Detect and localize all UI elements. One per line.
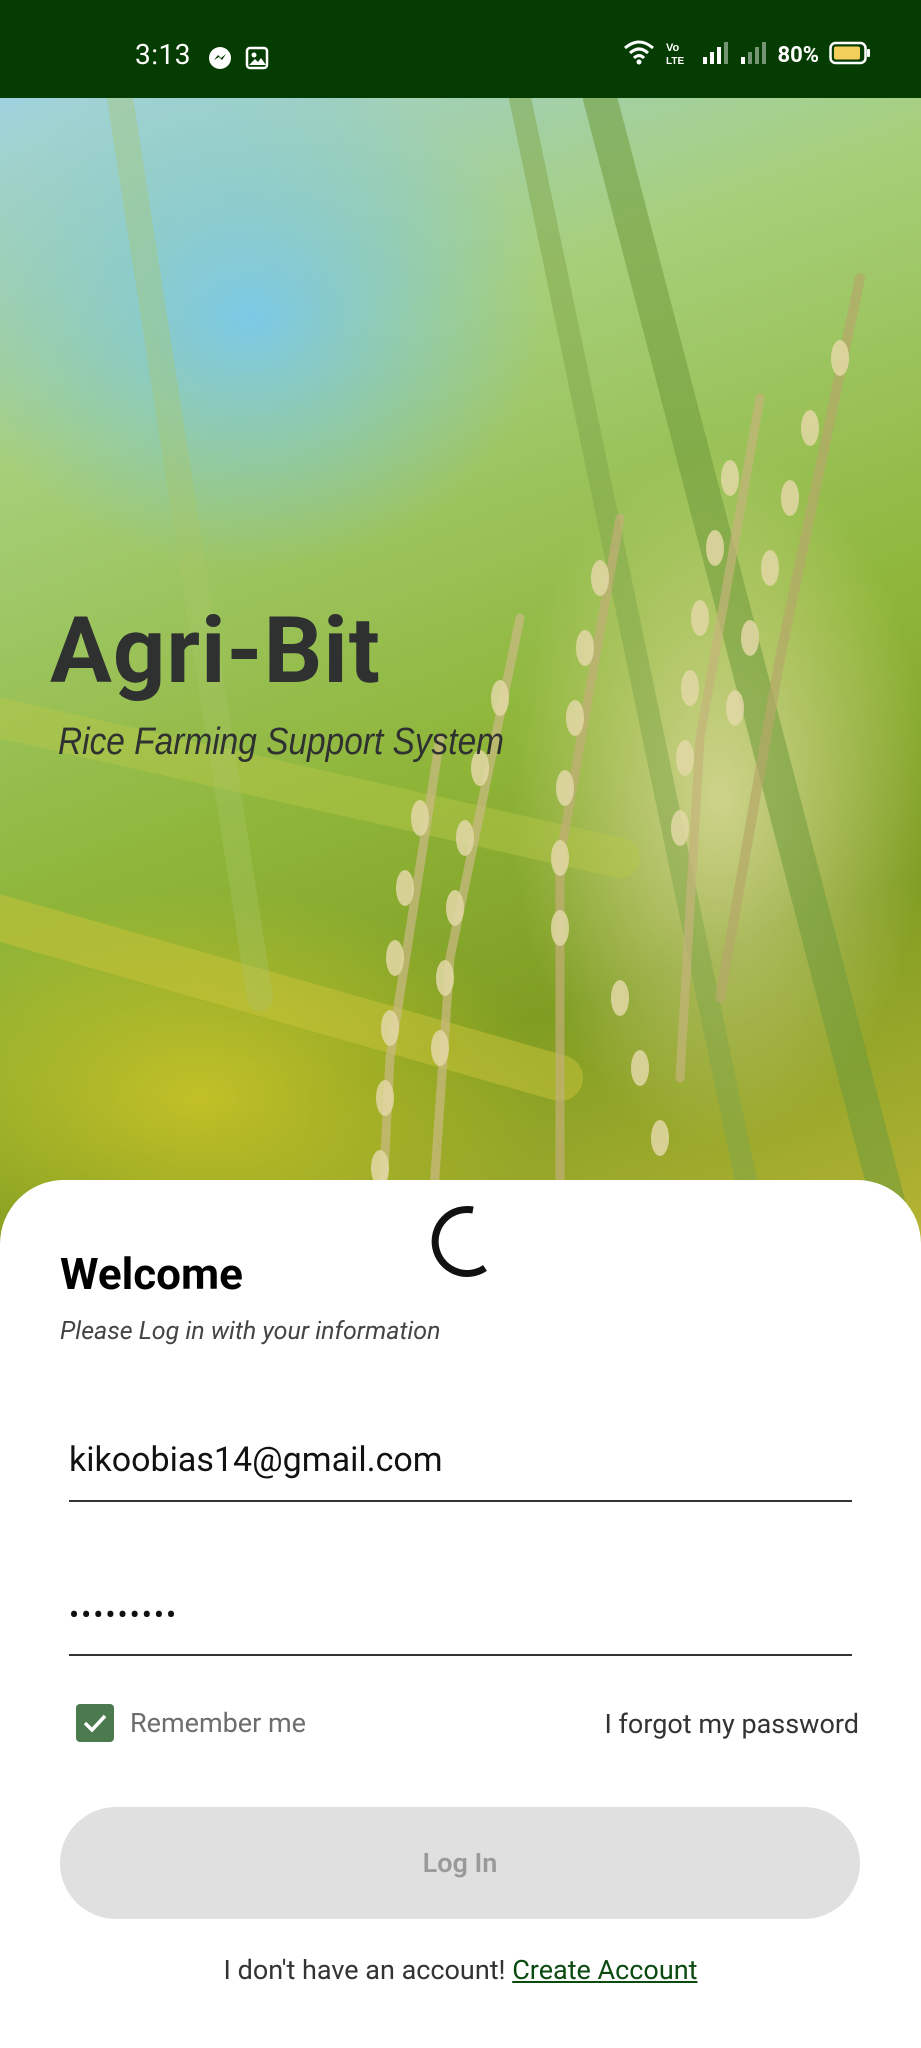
email-field-container [69, 1440, 852, 1502]
check-icon [83, 1714, 107, 1733]
password-field[interactable] [69, 1598, 852, 1633]
login-button[interactable]: Log In [60, 1807, 860, 1919]
remember-me[interactable]: Remember me [76, 1704, 306, 1742]
wifi-icon [623, 40, 655, 70]
password-field-container [69, 1598, 852, 1656]
no-account-text: I don't have an account! [223, 1954, 513, 1986]
volte-icon: Vo LTE [665, 40, 691, 70]
app-title: Agri-Bit [50, 598, 381, 705]
app-subtitle: Rice Farming Support System [58, 721, 505, 763]
svg-text:Vo: Vo [666, 42, 680, 54]
status-time: 3:13 [135, 38, 191, 71]
hero-image: Agri-Bit Rice Farming Support System [0, 98, 921, 1248]
remember-me-label: Remember me [130, 1707, 306, 1739]
create-account-link[interactable]: Create Account [512, 1954, 697, 1986]
loading-spinner-icon [415, 1190, 487, 1282]
svg-text:LTE: LTE [666, 56, 684, 66]
battery-level: 80% [777, 42, 819, 68]
photo-icon [244, 45, 270, 71]
signup-row: I don't have an account! Create Account [0, 1954, 921, 1986]
email-field[interactable] [69, 1440, 852, 1480]
battery-icon [829, 41, 871, 69]
status-bar: 3:13 Vo LTE 80% [0, 0, 921, 98]
forgot-password-link[interactable]: I forgot my password [605, 1708, 860, 1740]
signal-icon [739, 41, 767, 69]
status-icons: Vo LTE 80% [623, 40, 871, 70]
messenger-icon [207, 45, 233, 71]
login-instructions: Please Log in with your information [60, 1317, 441, 1346]
remember-me-checkbox[interactable] [76, 1704, 114, 1742]
welcome-heading: Welcome [60, 1248, 243, 1300]
signal-icon [701, 41, 729, 69]
